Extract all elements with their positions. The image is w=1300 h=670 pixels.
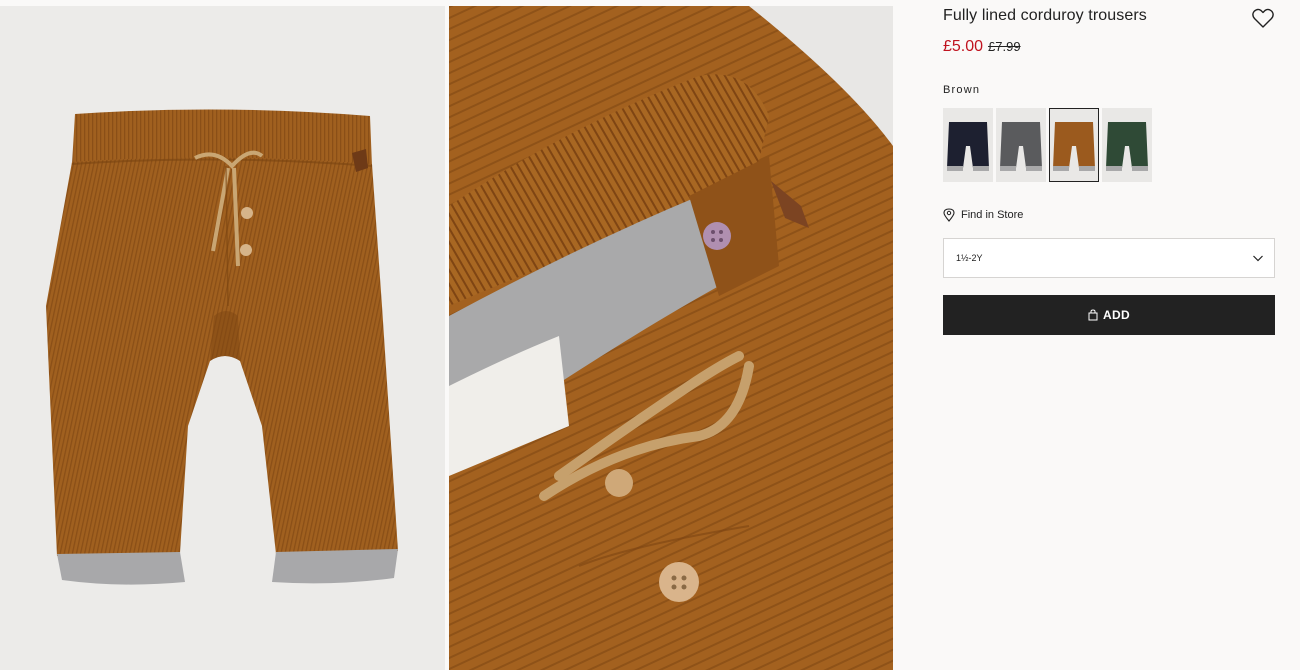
selected-color-label: Brown <box>943 84 981 96</box>
color-swatches <box>943 108 1275 182</box>
product-page: Fully lined corduroy trousers £5.00 £7.9… <box>0 0 1300 670</box>
trousers-front-illustration <box>46 109 398 585</box>
add-to-bag-button[interactable]: ADD <box>943 295 1275 335</box>
size-selected-value: 1½-2Y <box>956 253 983 263</box>
chevron-down-icon <box>1253 255 1263 262</box>
product-info-panel: Fully lined corduroy trousers £5.00 £7.9… <box>943 0 1275 335</box>
swatch-brown[interactable] <box>1049 108 1099 182</box>
product-title: Fully lined corduroy trousers <box>943 7 1147 24</box>
swatch-grey[interactable] <box>996 108 1046 182</box>
title-row: Fully lined corduroy trousers <box>943 0 1275 36</box>
find-in-store-link[interactable]: Find in Store <box>943 208 1275 222</box>
location-pin-icon <box>943 208 955 222</box>
swatch-navy[interactable] <box>943 108 993 182</box>
swatch-green[interactable] <box>1102 108 1152 182</box>
heart-outline-icon[interactable] <box>1251 7 1275 29</box>
shopping-bag-icon <box>1088 309 1098 321</box>
product-image-detail[interactable] <box>449 6 893 670</box>
size-select[interactable]: 1½-2Y <box>943 238 1275 278</box>
waistband-closeup-illustration <box>449 6 893 670</box>
price-row: £5.00 £7.99 <box>943 38 1275 68</box>
find-in-store-label: Find in Store <box>961 209 1024 221</box>
add-button-label: ADD <box>1103 308 1130 322</box>
product-image-main[interactable] <box>0 6 445 670</box>
sale-price: £5.00 <box>943 38 984 55</box>
original-price: £7.99 <box>988 39 1021 54</box>
